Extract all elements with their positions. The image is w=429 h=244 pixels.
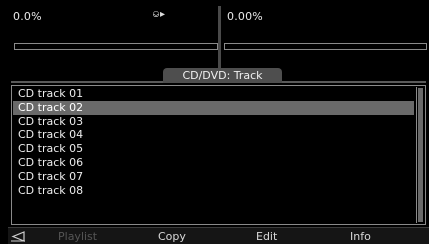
copy-softkey[interactable]: Copy (158, 230, 186, 243)
track-list-box: CD track 01 CD track 02 CD track 03 CD trac… (11, 85, 426, 225)
right-progress-bar (224, 43, 427, 50)
scrollbar[interactable] (416, 87, 424, 223)
playlist-softkey[interactable]: Playlist (58, 230, 97, 243)
track-row[interactable]: CD track 07 (13, 170, 414, 184)
edit-softkey[interactable]: Edit (256, 230, 277, 243)
track-row[interactable]: CD track 01 (13, 87, 414, 101)
left-meter: 0.0% ⎉▸ (10, 6, 218, 68)
meter-divider (218, 6, 221, 68)
track-row[interactable]: CD track 04 (13, 128, 414, 142)
left-percent: 0.0% (13, 10, 42, 23)
track-list: CD track 01 CD track 02 CD track 03 CD trac… (13, 87, 414, 197)
back-triangle-icon[interactable] (10, 231, 26, 242)
info-softkey[interactable]: Info (350, 230, 371, 243)
track-row[interactable]: CD track 06 (13, 156, 414, 170)
track-row[interactable]: CD track 08 (13, 184, 414, 198)
device-screen: 0.0% ⎉▸ 0.00% CD/DVD: Track CD track 01 C… (8, 6, 429, 244)
left-progress-bar (14, 43, 218, 50)
track-row[interactable]: CD track 02 (13, 100, 414, 115)
right-percent: 0.00% (227, 10, 263, 23)
tab-cd-dvd-track[interactable]: CD/DVD: Track (163, 68, 282, 83)
tab-strip: CD/DVD: Track (11, 68, 426, 84)
scroll-thumb[interactable] (418, 88, 423, 222)
right-meter: 0.00% (222, 6, 429, 68)
track-row[interactable]: CD track 03 (13, 115, 414, 129)
softkey-bar: Playlist Copy Edit Info (8, 227, 429, 244)
progress-meters: 0.0% ⎉▸ 0.00% (8, 6, 429, 68)
cd-output-icon: ⎉▸ (152, 9, 166, 20)
track-row[interactable]: CD track 05 (13, 142, 414, 156)
